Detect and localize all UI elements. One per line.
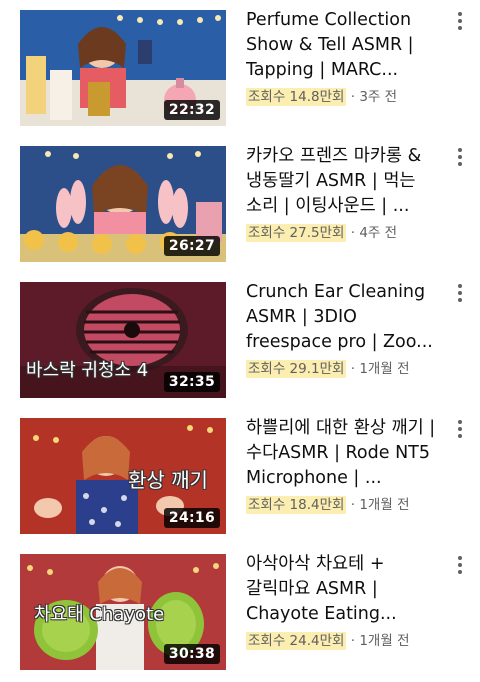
video-meta: 조회수 14.8만회 · 3주 전 — [246, 87, 436, 107]
video-title[interactable]: Perfume Collection Show & Tell ASMR | Ta… — [246, 8, 436, 83]
video-info: 카카오 프렌즈 마카롱 & 냉동딸기 ASMR | 먹는 소리 | 이팅사운드 … — [246, 144, 436, 243]
video-item[interactable]: 22:32 Perfume Collection Show & Tell ASM… — [0, 0, 480, 136]
video-info: Perfume Collection Show & Tell ASMR | Ta… — [246, 8, 436, 107]
view-count: 조회수 27.5만회 — [246, 224, 347, 242]
more-options-icon[interactable] — [452, 146, 468, 168]
video-info: Crunch Ear Cleaning ASMR | 3DIO freespac… — [246, 280, 436, 379]
thumbnail-overlay-text: 환상 깨기 — [128, 468, 208, 492]
meta-separator: · — [350, 225, 356, 241]
meta-separator: · — [350, 361, 356, 377]
view-count: 조회수 24.4만회 — [246, 632, 347, 650]
video-item[interactable]: 바스락 귀청소 4 32:35 Crunch Ear Cleaning ASMR… — [0, 272, 480, 408]
video-title[interactable]: 하쁠리에 대한 환상 깨기 | 수다ASMR | Rode NT5 Microp… — [246, 416, 436, 491]
video-meta: 조회수 27.5만회 · 4주 전 — [246, 223, 436, 243]
upload-age: 1개월 전 — [359, 361, 410, 377]
video-item[interactable]: 26:27 카카오 프렌즈 마카롱 & 냉동딸기 ASMR | 먹는 소리 | … — [0, 136, 480, 272]
thumbnail-overlay-text: 바스락 귀청소 4 — [26, 360, 149, 381]
view-count: 조회수 29.1만회 — [246, 360, 347, 378]
video-thumbnail[interactable]: 차요태 Chayote 30:38 — [20, 554, 226, 670]
more-options-icon[interactable] — [452, 554, 468, 576]
video-duration: 32:35 — [163, 372, 220, 392]
video-title[interactable]: 카카오 프렌즈 마카롱 & 냉동딸기 ASMR | 먹는 소리 | 이팅사운드 … — [246, 144, 436, 219]
video-meta: 조회수 24.4만회 · 1개월 전 — [246, 631, 436, 651]
video-meta: 조회수 18.4만회 · 1개월 전 — [246, 495, 436, 515]
view-count: 조회수 18.4만회 — [246, 496, 347, 514]
more-options-icon[interactable] — [452, 282, 468, 304]
upload-age: 3주 전 — [359, 89, 398, 105]
video-title[interactable]: 아삭아삭 차요테 + 갈릭마요 ASMR | Chayote Eating... — [246, 552, 436, 627]
video-info: 아삭아삭 차요테 + 갈릭마요 ASMR | Chayote Eating...… — [246, 552, 436, 651]
video-info: 하쁠리에 대한 환상 깨기 | 수다ASMR | Rode NT5 Microp… — [246, 416, 436, 515]
view-count: 조회수 14.8만회 — [246, 88, 347, 106]
video-duration: 26:27 — [163, 236, 220, 256]
video-thumbnail[interactable]: 바스락 귀청소 4 32:35 — [20, 282, 226, 398]
thumbnail-overlay-text: 차요태 Chayote — [34, 604, 165, 625]
video-duration: 22:32 — [163, 100, 220, 120]
video-thumbnail[interactable]: 환상 깨기 24:16 — [20, 418, 226, 534]
meta-separator: · — [350, 633, 356, 649]
video-list: 22:32 Perfume Collection Show & Tell ASM… — [0, 0, 480, 682]
upload-age: 1개월 전 — [359, 497, 410, 513]
video-duration: 30:38 — [163, 644, 220, 664]
meta-separator: · — [350, 497, 356, 513]
video-thumbnail[interactable]: 26:27 — [20, 146, 226, 262]
meta-separator: · — [350, 89, 356, 105]
more-options-icon[interactable] — [452, 10, 468, 32]
video-item[interactable]: 차요태 Chayote 30:38 아삭아삭 차요테 + 갈릭마요 ASMR |… — [0, 544, 480, 680]
upload-age: 4주 전 — [359, 225, 398, 241]
video-thumbnail[interactable]: 22:32 — [20, 10, 226, 126]
more-options-icon[interactable] — [452, 418, 468, 440]
video-duration: 24:16 — [163, 508, 220, 528]
upload-age: 1개월 전 — [359, 633, 410, 649]
video-item[interactable]: 환상 깨기 24:16 하쁠리에 대한 환상 깨기 | 수다ASMR | Rod… — [0, 408, 480, 544]
video-title[interactable]: Crunch Ear Cleaning ASMR | 3DIO freespac… — [246, 280, 436, 355]
video-meta: 조회수 29.1만회 · 1개월 전 — [246, 359, 436, 379]
